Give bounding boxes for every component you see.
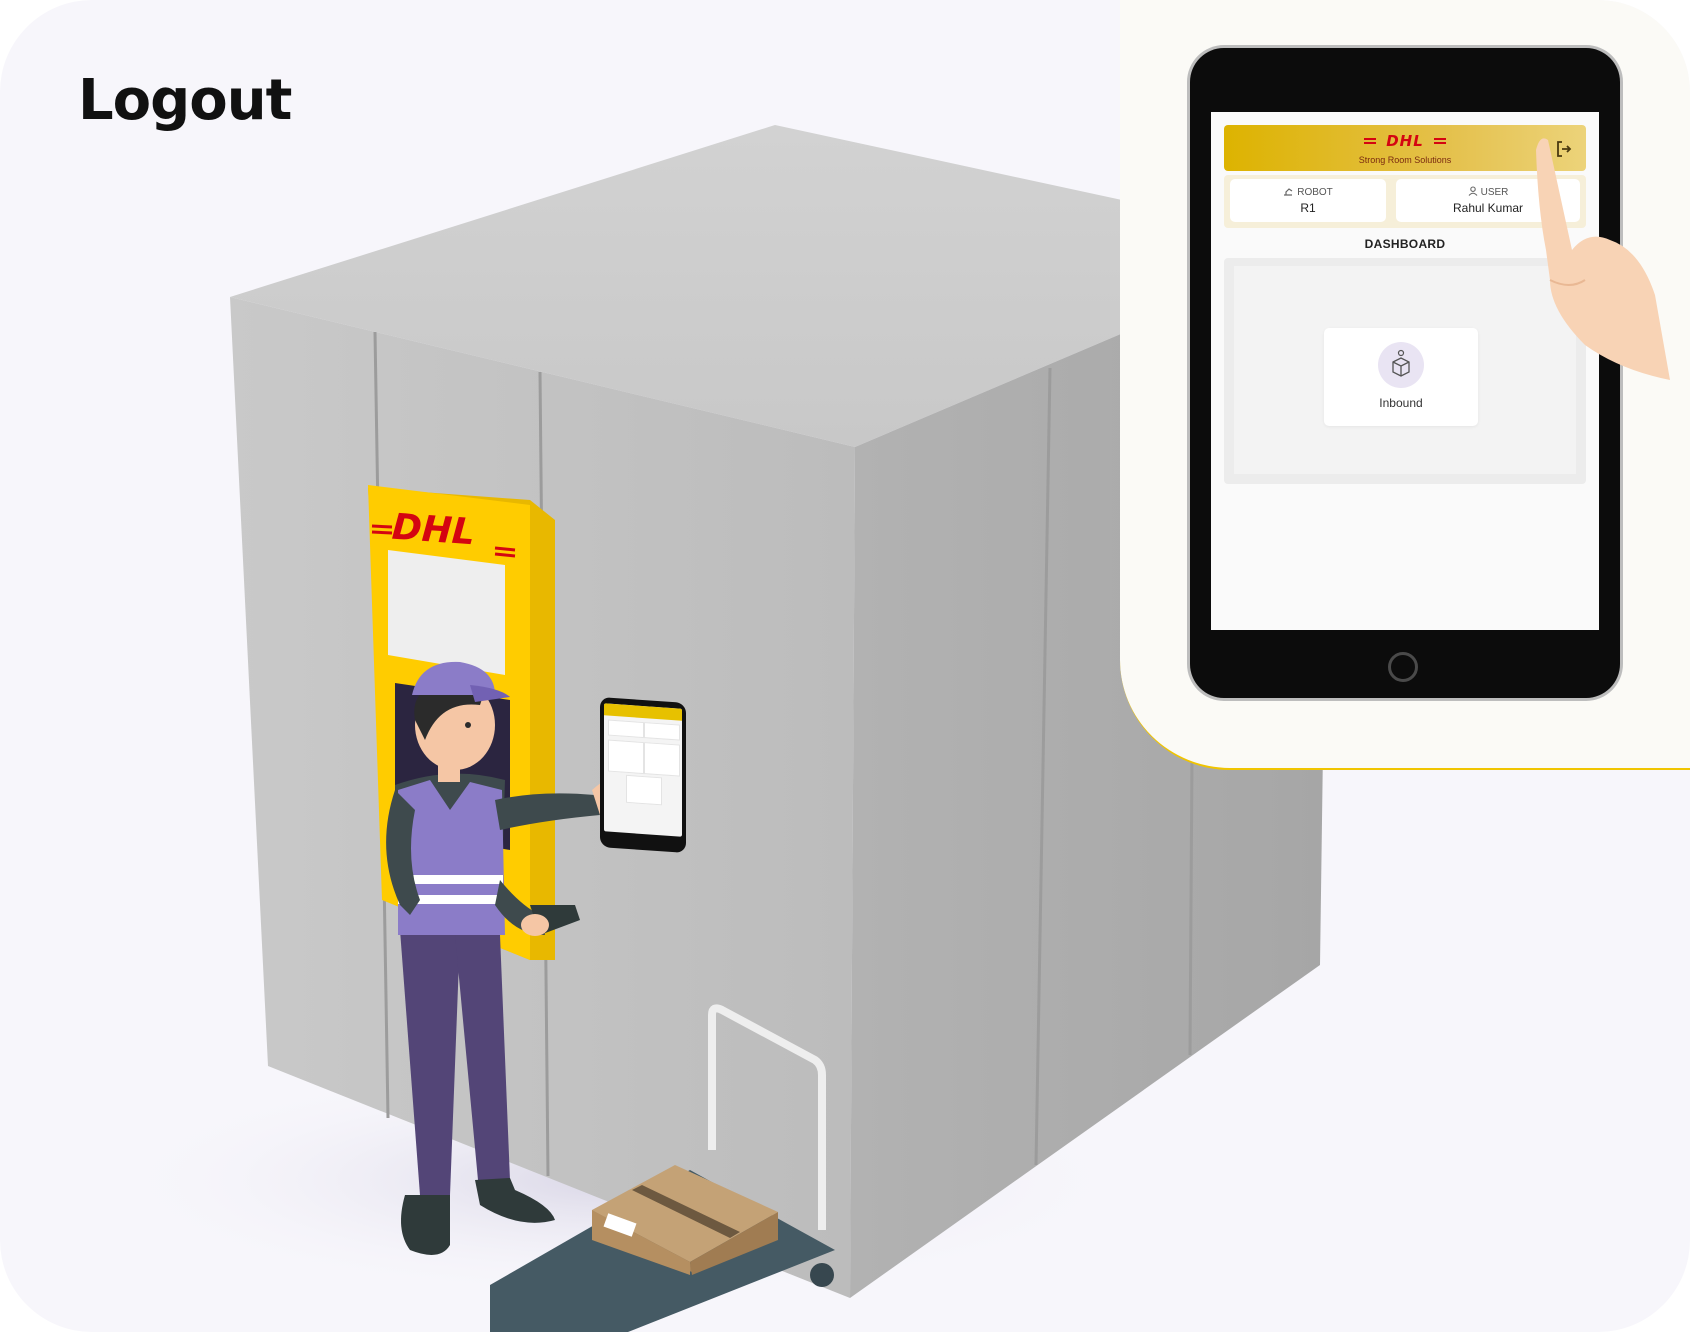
wall-tablet-card [626, 774, 662, 806]
pointing-hand [1536, 138, 1670, 380]
inbound-label: Inbound [1379, 396, 1423, 410]
wall-tablet [600, 696, 686, 854]
home-button [1388, 652, 1418, 682]
robot-arm-icon [1284, 188, 1293, 196]
inbound-tile[interactable]: Inbound [1324, 328, 1478, 426]
box-icon [1378, 342, 1424, 388]
user-label: USER [1480, 187, 1509, 198]
wall-tablet-card [644, 742, 680, 777]
wall-tablet-card [608, 739, 644, 775]
user-icon [1468, 186, 1478, 196]
dashboard-grid: Inbound [1234, 266, 1576, 474]
wall-tablet-header [604, 703, 682, 721]
svg-text:DHL: DHL [391, 507, 477, 554]
illustration-canvas: Logout DHL DHL Strong Room Solutions ROB… [0, 0, 1690, 1332]
wall-tablet-card [608, 719, 644, 739]
wall-tablet-card [644, 722, 680, 741]
robot-label: ROBOT [1297, 187, 1333, 198]
robot-card: ROBOT R1 [1230, 179, 1386, 222]
wall-tablet-screen [604, 703, 682, 837]
robot-value: R1 [1300, 201, 1316, 215]
brand-logo: DHL [1364, 133, 1446, 149]
